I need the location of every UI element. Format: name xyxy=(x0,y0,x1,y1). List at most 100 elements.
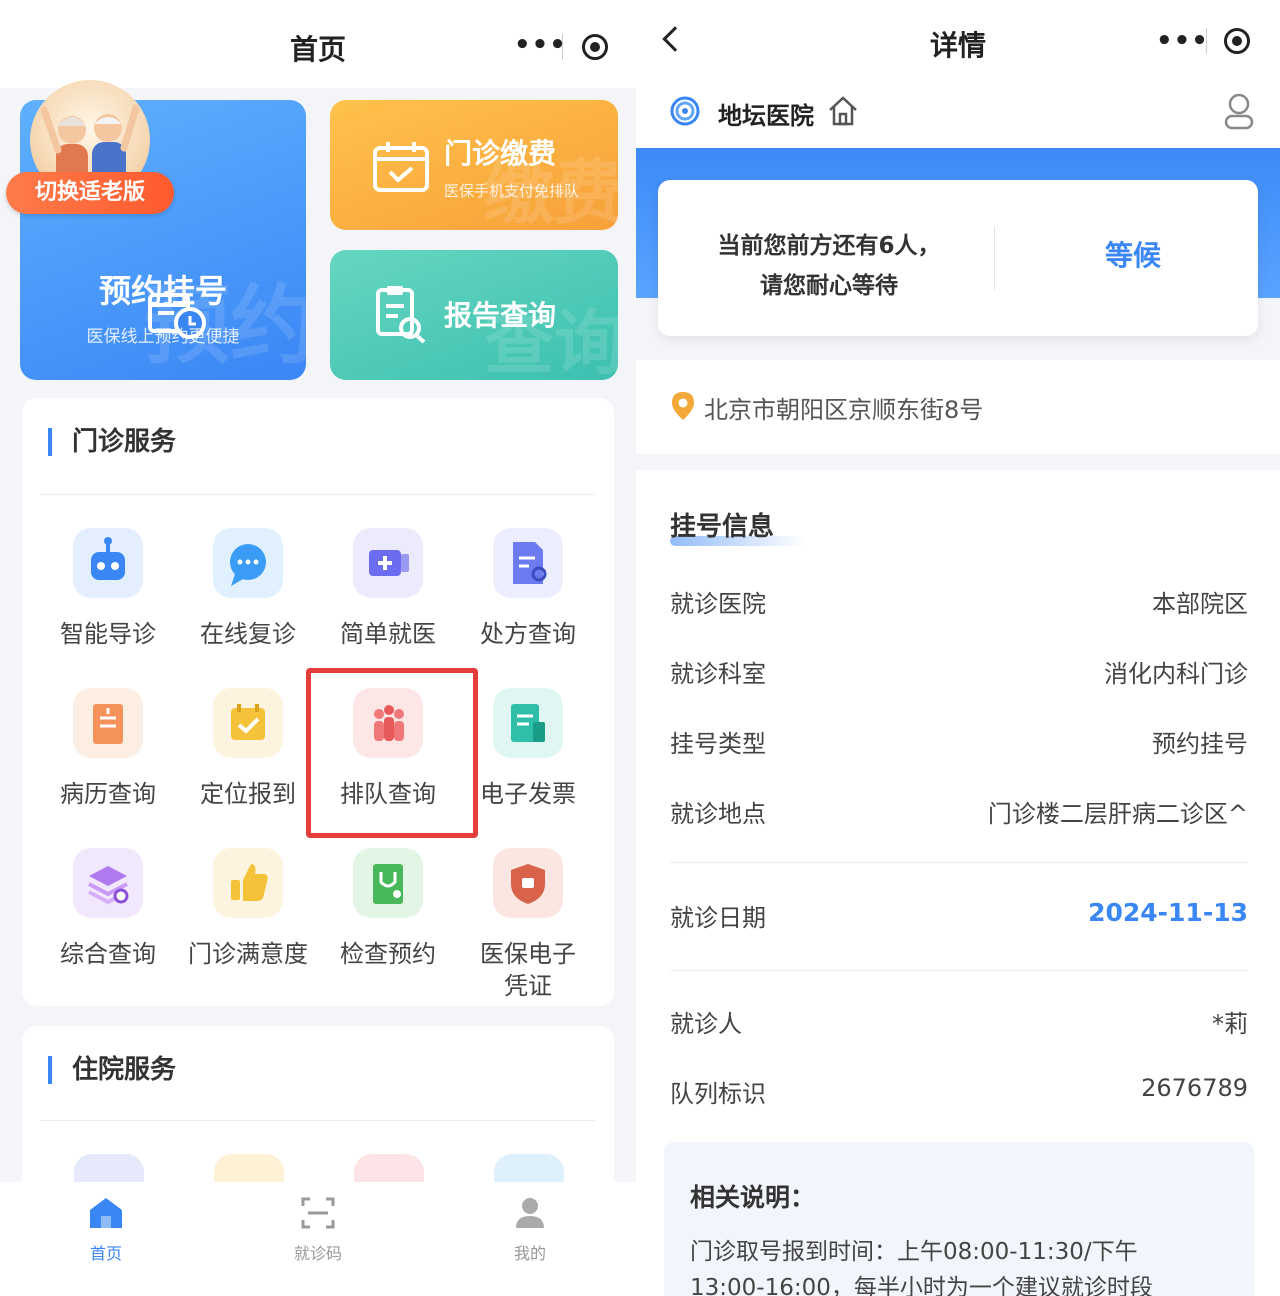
grid-item-comprehensive-query[interactable]: 综合查询 xyxy=(38,848,178,970)
home-outline-icon[interactable] xyxy=(826,94,860,128)
grid-item-satisfaction[interactable]: 门诊满意度 xyxy=(178,848,318,970)
queue-message: 当前您前方还有6人， 请您耐心等待 xyxy=(684,226,974,306)
divider xyxy=(670,862,1248,863)
payment-card[interactable]: 缴费 门诊缴费 医保手机支付免排队 xyxy=(330,100,618,230)
notes-panel: 相关说明： 门诊取号报到时间：上午08:00-11:30/下午 13:00-16… xyxy=(664,1142,1254,1296)
patient-name: *莉 xyxy=(1212,1010,1248,1038)
info-row-queue-id: 队列标识 2676789 xyxy=(670,1074,1248,1114)
hospital-logo-icon xyxy=(670,96,700,126)
info-row-date: 就诊日期 2024-11-13 xyxy=(670,898,1248,938)
detail-screen: 详情 ••• 地坛医院 当前您前方还有6人， 请您耐心等待 等候 北京市朝阳区京… xyxy=(636,0,1280,1296)
info-value: 预约挂号 xyxy=(1152,730,1248,758)
user-icon xyxy=(516,1198,544,1228)
grid-item-insurance-cert[interactable]: 医保电子凭证 xyxy=(458,848,598,1002)
target-icon[interactable] xyxy=(1224,28,1250,54)
info-row-type: 挂号类型 预约挂号 xyxy=(670,724,1248,764)
tab-visit-code[interactable]: 就诊码 xyxy=(268,1196,368,1264)
grid-label: 智能导诊 xyxy=(60,620,156,648)
info-key: 队列标识 xyxy=(670,1080,766,1108)
invoice-icon xyxy=(493,688,563,758)
more-dots-icon[interactable]: ••• xyxy=(514,30,567,60)
grid-label: 处方查询 xyxy=(480,620,576,648)
info-value: 消化内科门诊 xyxy=(1104,660,1248,688)
grid-item-simple-visit[interactable]: 简单就医 xyxy=(318,528,458,650)
queue-message-line2: 请您耐心等待 xyxy=(760,273,898,299)
tab-home[interactable]: 首页 xyxy=(56,1196,156,1264)
payment-title: 门诊缴费 xyxy=(444,137,557,170)
home-header: 首页 ••• xyxy=(0,0,636,88)
medical-kit-icon xyxy=(353,528,423,598)
grid-item-smart-triage[interactable]: 智能导诊 xyxy=(38,528,178,650)
robot-icon xyxy=(73,528,143,598)
divider xyxy=(40,1120,596,1121)
calendar-check-icon xyxy=(213,688,283,758)
medical-record-icon xyxy=(73,688,143,758)
capsule-divider xyxy=(562,34,563,60)
grid-label: 综合查询 xyxy=(60,940,156,968)
info-value: 门诊楼二层肝病二诊区^ xyxy=(987,800,1248,828)
grid-item-online-followup[interactable]: 在线复诊 xyxy=(178,528,318,650)
tab-mine[interactable]: 我的 xyxy=(480,1196,580,1264)
address-bar[interactable]: 北京市朝阳区京顺东街8号 xyxy=(636,360,1280,454)
info-key: 就诊人 xyxy=(670,1010,742,1038)
calendar-check-icon xyxy=(373,142,429,192)
info-row-patient: 就诊人 *莉 xyxy=(670,1004,1248,1044)
outpatient-heading: 门诊服务 xyxy=(48,428,176,456)
grid-item-prescription[interactable]: 处方查询 xyxy=(458,528,598,650)
divider xyxy=(994,226,995,290)
home-screen: 首页 ••• 预约 预约挂号 医保线上预约更便捷 切换适老版 缴费 门诊缴费 医… xyxy=(0,0,636,1296)
user-outline-icon[interactable] xyxy=(1222,92,1256,132)
info-key: 就诊地点 xyxy=(670,800,766,828)
stack-search-icon xyxy=(73,848,143,918)
hospital-bar: 地坛医院 xyxy=(636,80,1280,148)
grid-item-checkin[interactable]: 定位报到 xyxy=(178,688,318,810)
info-row-hospital: 就诊医院 本部院区 xyxy=(670,584,1248,624)
tab-label: 就诊码 xyxy=(293,1244,342,1263)
capsule-divider xyxy=(1206,28,1207,54)
prescription-icon xyxy=(493,528,563,598)
grid-item-exam-booking[interactable]: 检查预约 xyxy=(318,848,458,970)
info-key: 就诊日期 xyxy=(670,904,766,932)
divider xyxy=(40,494,596,495)
grid-label: 门诊满意度 xyxy=(188,940,308,968)
inpatient-heading: 住院服务 xyxy=(48,1056,176,1084)
payment-text: 门诊缴费 医保手机支付免排队 xyxy=(444,132,579,201)
grid-item-e-invoice[interactable]: 电子发票 xyxy=(458,688,598,810)
highlight-box xyxy=(306,668,478,838)
appointment-title: 预约挂号 xyxy=(98,272,227,310)
hospital-address: 北京市朝阳区京顺东街8号 xyxy=(704,396,984,424)
stethoscope-icon xyxy=(353,848,423,918)
info-row-location: 就诊地点 门诊楼二层肝病二诊区^ xyxy=(670,794,1248,834)
target-icon[interactable] xyxy=(582,34,608,60)
appointment-text: 预约挂号 医保线上预约更便捷 xyxy=(20,266,306,347)
visit-date: 2024-11-13 xyxy=(1088,898,1248,927)
notes-line2: 13:00-16:00，每半小时为一个建议就诊时段 xyxy=(690,1275,1153,1296)
bottom-tab-bar: 首页 就诊码 我的 xyxy=(0,1182,636,1296)
grid-item-medical-record[interactable]: 病历查询 xyxy=(38,688,178,810)
detail-header: 详情 ••• xyxy=(636,0,1280,80)
queue-status-card: 当前您前方还有6人， 请您耐心等待 等候 xyxy=(658,180,1258,336)
queue-status: 等候 xyxy=(1104,239,1161,272)
notes-title: 相关说明： xyxy=(690,1183,816,1212)
tab-label: 我的 xyxy=(513,1244,546,1263)
queue-message-line1: 当前您前方还有6人， xyxy=(717,233,941,259)
more-dots-icon[interactable]: ••• xyxy=(1156,26,1209,56)
report-card[interactable]: 查询 报告查询 xyxy=(330,250,618,380)
grid-label: 在线复诊 xyxy=(200,620,296,648)
scan-code-icon xyxy=(301,1197,335,1229)
info-key: 就诊科室 xyxy=(670,660,766,688)
notes-body: 门诊取号报到时间：上午08:00-11:30/下午 13:00-16:00，每半… xyxy=(690,1234,1230,1296)
info-key: 就诊医院 xyxy=(670,590,766,618)
grid-label: 简单就医 xyxy=(340,620,436,648)
chat-bubble-icon xyxy=(213,528,283,598)
info-row-department: 就诊科室 消化内科门诊 xyxy=(670,654,1248,694)
grid-label: 医保电子凭证 xyxy=(480,940,576,1000)
queue-id: 2676789 xyxy=(1141,1074,1248,1102)
divider xyxy=(670,970,1248,971)
report-search-icon xyxy=(376,286,426,344)
grid-label: 定位报到 xyxy=(200,780,296,808)
appointment-subtitle: 医保线上预约更便捷 xyxy=(86,327,240,347)
grid-label: 检查预约 xyxy=(340,940,436,968)
grid-label: 病历查询 xyxy=(60,780,156,808)
elder-mode-toggle-button[interactable]: 切换适老版 xyxy=(6,172,174,214)
